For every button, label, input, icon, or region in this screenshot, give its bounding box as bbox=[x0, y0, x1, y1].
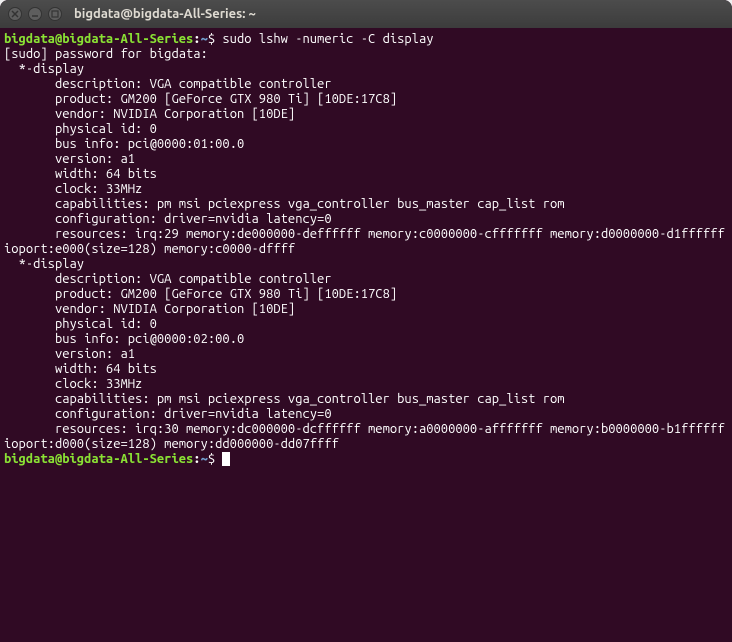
prompt-user-host: bigdata@bigdata-All-Series bbox=[4, 32, 193, 46]
command-line: bigdata@bigdata-All-Series:~$ sudo lshw … bbox=[4, 32, 728, 47]
display1-vendor: vendor: NVIDIA Corporation [10DE] bbox=[4, 107, 728, 122]
terminal-content[interactable]: bigdata@bigdata-All-Series:~$ sudo lshw … bbox=[0, 28, 732, 642]
prompt-user-host-2: bigdata@bigdata-All-Series bbox=[4, 452, 193, 466]
prompt-symbol-2: $ bbox=[208, 452, 215, 466]
display2-capabilities: capabilities: pm msi pciexpress vga_cont… bbox=[4, 392, 728, 407]
display1-physical-id: physical id: 0 bbox=[4, 122, 728, 137]
prompt-path: ~ bbox=[201, 32, 208, 46]
display1-product: product: GM200 [GeForce GTX 980 Ti] [10D… bbox=[4, 92, 728, 107]
prompt-separator: : bbox=[193, 32, 200, 46]
display2-configuration: configuration: driver=nvidia latency=0 bbox=[4, 407, 728, 422]
display2-bus-info: bus info: pci@0000:02:00.0 bbox=[4, 332, 728, 347]
maximize-button[interactable] bbox=[48, 7, 62, 21]
minimize-button[interactable] bbox=[28, 7, 42, 21]
display1-clock: clock: 33MHz bbox=[4, 182, 728, 197]
display1-configuration: configuration: driver=nvidia latency=0 bbox=[4, 212, 728, 227]
display2-version: version: a1 bbox=[4, 347, 728, 362]
display1-resources: resources: irq:29 memory:de000000-deffff… bbox=[4, 227, 728, 257]
cursor bbox=[222, 452, 230, 466]
display2-resources: resources: irq:30 memory:dc000000-dcffff… bbox=[4, 422, 728, 452]
terminal-window: bigdata@bigdata-All-Series: ~ bigdata@bi… bbox=[0, 0, 732, 642]
display1-bus-info: bus info: pci@0000:01:00.0 bbox=[4, 137, 728, 152]
titlebar: bigdata@bigdata-All-Series: ~ bbox=[0, 0, 732, 28]
entered-command: sudo lshw -numeric -C display bbox=[222, 32, 433, 46]
display2-vendor: vendor: NVIDIA Corporation [10DE] bbox=[4, 302, 728, 317]
display1-header: *-display bbox=[4, 62, 728, 77]
display1-capabilities: capabilities: pm msi pciexpress vga_cont… bbox=[4, 197, 728, 212]
display2-description: description: VGA compatible controller bbox=[4, 272, 728, 287]
display2-product: product: GM200 [GeForce GTX 980 Ti] [10D… bbox=[4, 287, 728, 302]
prompt-line: bigdata@bigdata-All-Series:~$ bbox=[4, 452, 728, 467]
display1-version: version: a1 bbox=[4, 152, 728, 167]
close-button[interactable] bbox=[8, 7, 22, 21]
sudo-prompt: [sudo] password for bigdata: bbox=[4, 47, 728, 62]
prompt-path-2: ~ bbox=[201, 452, 208, 466]
prompt-symbol: $ bbox=[208, 32, 215, 46]
display2-width: width: 64 bits bbox=[4, 362, 728, 377]
display2-physical-id: physical id: 0 bbox=[4, 317, 728, 332]
display1-width: width: 64 bits bbox=[4, 167, 728, 182]
window-title: bigdata@bigdata-All-Series: ~ bbox=[74, 7, 256, 21]
prompt-separator-2: : bbox=[193, 452, 200, 466]
display2-header: *-display bbox=[4, 257, 728, 272]
display2-clock: clock: 33MHz bbox=[4, 377, 728, 392]
display1-description: description: VGA compatible controller bbox=[4, 77, 728, 92]
